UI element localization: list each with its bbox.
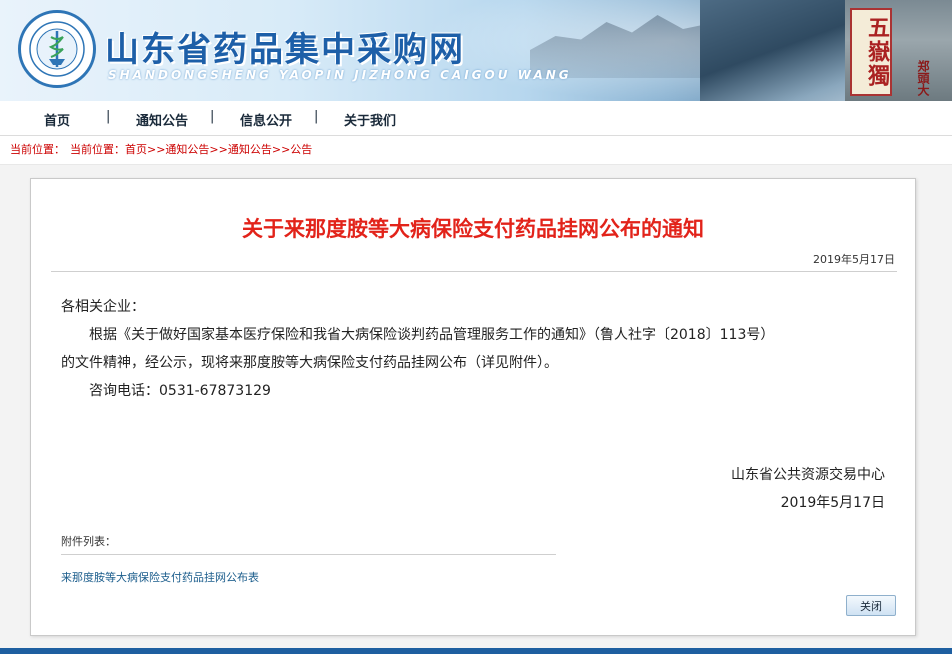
signature-date: 2019年5月17日 bbox=[780, 495, 885, 511]
nav-item-home[interactable]: 首页 bbox=[44, 110, 70, 129]
breadcrumb-label: 当前位置： bbox=[10, 143, 65, 156]
breadcrumb: 当前位置： 当前位置：首页>>通知公告>>通知公告>>公告 bbox=[0, 136, 952, 165]
site-banner: 山东省药品集中采购网 SHANDONGSHENG YAOPIN JIZHONG … bbox=[0, 0, 952, 101]
article-title: 关于来那度胺等大病保险支付药品挂网公布的通知 bbox=[242, 217, 704, 241]
site-subtitle: SHANDONGSHENG YAOPIN JIZHONG CAIGOU WANG bbox=[108, 68, 572, 82]
nav-separator: | bbox=[106, 109, 111, 124]
site-title: 山东省药品集中采购网 bbox=[105, 30, 465, 70]
paragraph-line: 的文件精神，经公示，现将来那度胺等大病保险支付药品挂网公布（详见附件）。 bbox=[61, 355, 558, 371]
footer-strip bbox=[0, 648, 952, 654]
attachments-label: 附件列表： bbox=[61, 535, 116, 548]
attachments-divider bbox=[61, 554, 556, 555]
signature-block: 山东省公共资源交易中心 2019年5月17日 bbox=[731, 461, 885, 517]
breadcrumb-path[interactable]: 当前位置：首页>>通知公告>>通知公告>>公告 bbox=[70, 136, 312, 164]
main-nav: 首页 | 通知公告 | 信息公开 | 关于我们 bbox=[0, 101, 952, 136]
nav-item-about-us[interactable]: 关于我们 bbox=[344, 110, 396, 129]
contact-phone: 咨询电话：0531-67873129 bbox=[89, 383, 271, 399]
nav-item-info-disclosure[interactable]: 信息公开 bbox=[240, 110, 292, 129]
attachment-link[interactable]: 来那度胺等大病保险支付药品挂网公布表 bbox=[61, 569, 259, 585]
nav-item-notices[interactable]: 通知公告 bbox=[136, 110, 188, 129]
caduceus-emblem-icon bbox=[18, 10, 96, 88]
banner-calligraphy-seal: 五嶽獨 bbox=[850, 8, 892, 96]
publish-date: 2019年5月17日 bbox=[813, 253, 895, 266]
nav-separator: | bbox=[314, 109, 319, 124]
salutation: 各相关企业： bbox=[61, 299, 145, 315]
banner-calligraphy-small: 郑頭大 bbox=[916, 60, 930, 96]
close-button[interactable]: 关闭 bbox=[846, 595, 896, 616]
title-divider bbox=[51, 271, 897, 272]
article-body: 各相关企业： 根据《关于做好国家基本医疗保险和我省大病保险谈判药品管理服务工作的… bbox=[61, 293, 891, 405]
paragraph-line: 根据《关于做好国家基本医疗保险和我省大病保险谈判药品管理服务工作的通知》（鲁人社… bbox=[89, 327, 775, 343]
signature-org: 山东省公共资源交易中心 bbox=[731, 467, 885, 483]
nav-separator: | bbox=[210, 109, 215, 124]
article-card: 关于来那度胺等大病保险支付药品挂网公布的通知 2019年5月17日 各相关企业：… bbox=[30, 178, 916, 636]
